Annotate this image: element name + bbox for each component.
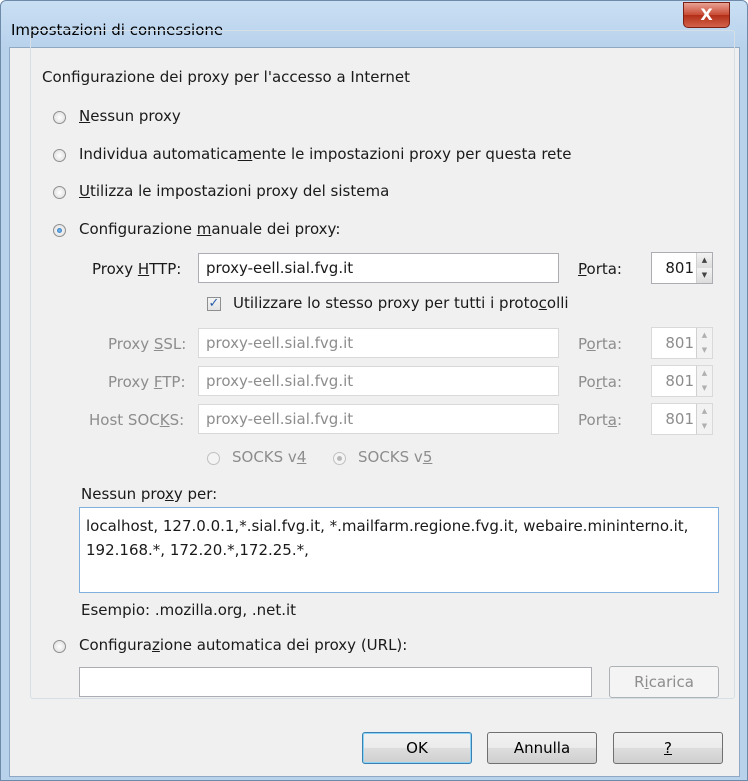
spin-down-icon[interactable]: ▼ xyxy=(697,343,712,358)
http-port-spinner[interactable]: 801 ▲ ▼ xyxy=(651,252,713,284)
radio-auto-proxy-url[interactable] xyxy=(53,640,66,653)
http-proxy-input[interactable]: proxy-eell.sial.fvg.it xyxy=(198,253,559,283)
spin-down-icon[interactable]: ▼ xyxy=(697,419,712,434)
same-proxy-checkbox[interactable]: ✓ xyxy=(207,297,221,311)
socks-port-label: Porta: xyxy=(578,411,623,429)
ftp-port-spinner[interactable]: 801 ▲ ▼ xyxy=(651,365,713,397)
close-icon: X xyxy=(700,5,713,24)
proxy-config-legend: Configurazione dei proxy per l'accesso a… xyxy=(38,68,414,86)
radio-no-proxy-label[interactable]: Nessun proxy xyxy=(79,107,181,125)
http-port-label: Porta: xyxy=(578,260,622,278)
radio-system-proxy[interactable] xyxy=(53,186,66,199)
help-icon: ? xyxy=(664,739,672,757)
close-button[interactable]: X xyxy=(683,2,730,28)
help-button[interactable]: ? xyxy=(613,732,723,764)
ftp-proxy-input[interactable]: proxy-eell.sial.fvg.it xyxy=(198,366,559,396)
proxy-config-groupbox xyxy=(30,30,735,699)
radio-auto-detect[interactable] xyxy=(53,149,66,162)
no-proxy-textarea[interactable]: localhost, 127.0.0.1,*.sial.fvg.it, *.ma… xyxy=(79,507,719,593)
reload-button[interactable]: Ricarica xyxy=(609,666,719,698)
radio-socks-v4[interactable] xyxy=(207,452,220,465)
ftp-port-value: 801 xyxy=(665,372,694,390)
no-proxy-example: Esempio: .mozilla.org, .net.it xyxy=(81,601,297,619)
http-proxy-label: Proxy HTTP: xyxy=(92,260,182,278)
radio-auto-detect-label[interactable]: Individua automaticamente le impostazion… xyxy=(79,145,572,163)
spin-down-icon[interactable]: ▼ xyxy=(697,268,712,283)
radio-socks-v5[interactable] xyxy=(333,452,346,465)
radio-no-proxy[interactable] xyxy=(53,111,66,124)
ssl-port-spinner[interactable]: 801 ▲ ▼ xyxy=(651,327,713,359)
socks-host-label: Host SOCKS: xyxy=(89,411,185,429)
ssl-port-value: 801 xyxy=(665,334,694,352)
ssl-proxy-input[interactable]: proxy-eell.sial.fvg.it xyxy=(198,328,559,358)
ftp-port-label: Porta: xyxy=(578,373,623,391)
http-port-value: 801 xyxy=(665,259,694,277)
socks-host-input[interactable]: proxy-eell.sial.fvg.it xyxy=(198,404,559,434)
spin-up-icon[interactable]: ▲ xyxy=(697,366,712,381)
radio-system-proxy-label[interactable]: Utilizza le impostazioni proxy del siste… xyxy=(79,182,389,200)
radio-auto-proxy-url-label[interactable]: Configurazione automatica dei proxy (URL… xyxy=(79,636,407,654)
cancel-button[interactable]: Annulla xyxy=(487,732,597,764)
same-proxy-label[interactable]: Utilizzare lo stesso proxy per tutti i p… xyxy=(233,294,569,312)
radio-socks-v5-label[interactable]: SOCKS v5 xyxy=(358,448,432,466)
spin-up-icon[interactable]: ▲ xyxy=(697,328,712,343)
auto-proxy-url-input[interactable] xyxy=(79,667,592,697)
spin-down-icon[interactable]: ▼ xyxy=(697,381,712,396)
ssl-proxy-label: Proxy SSL: xyxy=(108,335,187,353)
socks-port-spinner[interactable]: 801 ▲ ▼ xyxy=(651,403,713,435)
ok-button[interactable]: OK xyxy=(362,732,472,764)
connection-settings-dialog: Impostazioni di connessione X Configuraz… xyxy=(0,0,748,781)
spin-up-icon[interactable]: ▲ xyxy=(697,404,712,419)
radio-manual-proxy[interactable] xyxy=(53,224,66,237)
spin-up-icon[interactable]: ▲ xyxy=(697,253,712,268)
radio-manual-proxy-label[interactable]: Configurazione manuale dei proxy: xyxy=(79,220,340,238)
no-proxy-label: Nessun proxy per: xyxy=(81,485,218,503)
ftp-proxy-label: Proxy FTP: xyxy=(108,373,186,391)
socks-port-value: 801 xyxy=(665,410,694,428)
ssl-port-label: Porta: xyxy=(578,335,622,353)
radio-socks-v4-label[interactable]: SOCKS v4 xyxy=(232,448,306,466)
